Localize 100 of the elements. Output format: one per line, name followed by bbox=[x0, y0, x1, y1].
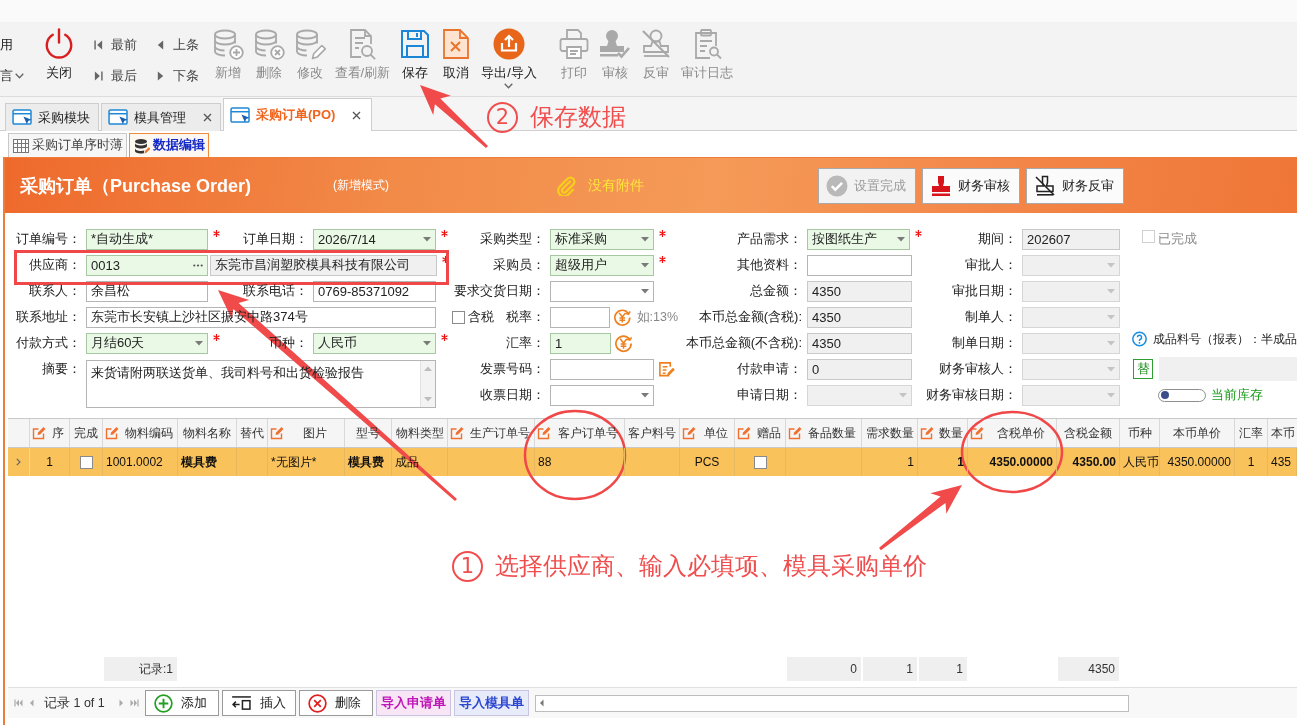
dropdown-caret-icon[interactable] bbox=[423, 340, 431, 346]
readonly-field: 东莞市昌润塑胶模具科技有限公司 bbox=[210, 254, 437, 276]
column-header[interactable]: 备品数量 bbox=[786, 419, 862, 447]
column-header[interactable]: 含税单价 bbox=[968, 419, 1057, 447]
column-header[interactable]: 含税金额 bbox=[1057, 419, 1120, 447]
dropdown-field[interactable]: 超级用户 bbox=[550, 254, 654, 276]
table-row[interactable]: 1 1001.0002 模具费 *无图片* 模具费 成品 88 PCS 1 1 4350.00000 4350.00 人民币 4350.00000 1 435 bbox=[8, 448, 1297, 476]
toolbar-button[interactable]: 用 bbox=[0, 34, 13, 55]
text-field[interactable]: 1 bbox=[550, 332, 611, 354]
dropdown-caret-icon[interactable] bbox=[641, 262, 649, 268]
field-label: 申请日期： bbox=[737, 386, 802, 404]
field-label: 订单编号： bbox=[16, 230, 81, 248]
column-header[interactable]: 图片 bbox=[268, 419, 345, 447]
column-header[interactable]: 客户料号 bbox=[625, 419, 680, 447]
unaudit-button[interactable]: 财务反审 bbox=[1026, 167, 1124, 204]
dropdown-caret-icon[interactable] bbox=[641, 288, 649, 294]
window-icon bbox=[12, 109, 33, 126]
text-field[interactable] bbox=[550, 306, 610, 328]
lookup-field[interactable]: 0013 bbox=[86, 254, 208, 276]
tab[interactable]: 模具管理 bbox=[101, 103, 221, 131]
triangle-down-icon[interactable] bbox=[424, 397, 432, 402]
toggle-switch[interactable] bbox=[1158, 388, 1206, 402]
column-header[interactable]: 物料编码 bbox=[103, 419, 178, 447]
column-header[interactable]: 币种 bbox=[1120, 419, 1160, 447]
skip-start-icon[interactable] bbox=[14, 699, 23, 707]
paperclip-icon[interactable] bbox=[556, 175, 576, 196]
horizontal-scrollbar[interactable] bbox=[534, 694, 1129, 712]
checkbox[interactable] bbox=[79, 455, 93, 469]
column-header[interactable]: 本币单价 bbox=[1160, 419, 1235, 447]
help-icon[interactable] bbox=[1132, 330, 1147, 348]
column-header[interactable]: 完成 bbox=[70, 419, 103, 447]
column-header[interactable]: 替代 bbox=[237, 419, 268, 447]
toolbar-button[interactable]: 取消 bbox=[435, 28, 477, 81]
toolbar-button[interactable]: 下条 bbox=[156, 65, 199, 86]
stamp-slash-icon bbox=[1034, 174, 1056, 197]
field-label: 联系电话： bbox=[243, 282, 308, 300]
checkbox[interactable] bbox=[452, 310, 465, 324]
tab[interactable]: 采购模块 bbox=[5, 103, 99, 131]
toolbar-button[interactable]: 最后 bbox=[94, 65, 137, 86]
field-label: 联系人： bbox=[29, 282, 81, 300]
text-field[interactable] bbox=[550, 358, 654, 380]
note-edit-icon[interactable] bbox=[658, 360, 675, 378]
tab[interactable]: 数据编辑 bbox=[129, 133, 209, 157]
ellipsis-icon[interactable] bbox=[193, 263, 203, 267]
triangle-right-icon bbox=[156, 70, 165, 81]
dropdown-field[interactable] bbox=[550, 384, 654, 406]
yen-circle-icon[interactable] bbox=[612, 307, 632, 327]
dropdown-caret-icon[interactable] bbox=[641, 236, 649, 242]
text-field[interactable] bbox=[807, 254, 912, 276]
dropdown-caret-icon[interactable] bbox=[641, 392, 649, 398]
grid-icon bbox=[13, 138, 29, 153]
column-header[interactable]: 序 bbox=[30, 419, 70, 447]
dropdown-caret-icon[interactable] bbox=[423, 236, 431, 242]
triangle-left-icon[interactable] bbox=[29, 699, 34, 707]
replace-button[interactable]: 替 bbox=[1133, 359, 1153, 379]
column-header[interactable]: 汇率 bbox=[1235, 419, 1268, 447]
insert-button[interactable]: 插入 bbox=[221, 690, 296, 716]
column-header[interactable]: 数量 bbox=[918, 419, 968, 447]
toolbar-button[interactable]: 言 bbox=[0, 65, 24, 86]
dropdown-field[interactable]: 标准采购 bbox=[550, 228, 654, 250]
field-label: 采购员： bbox=[493, 256, 545, 274]
vertical-scrollbar[interactable] bbox=[420, 361, 435, 407]
toolbar-button[interactable]: 导出/导入 bbox=[476, 28, 542, 89]
close-icon[interactable] bbox=[352, 110, 362, 120]
toolbar-button[interactable]: 上条 bbox=[156, 34, 199, 55]
column-header[interactable]: 需求数量 bbox=[862, 419, 918, 447]
dropdown-field[interactable]: 2026/7/14 bbox=[313, 228, 436, 250]
column-header[interactable]: 物料名称 bbox=[178, 419, 237, 447]
text-field[interactable]: *自动生成* bbox=[86, 228, 208, 250]
column-header[interactable]: 赠品 bbox=[735, 419, 786, 447]
column-header[interactable]: 客户订单号 bbox=[535, 419, 625, 447]
dropdown-caret-icon[interactable] bbox=[195, 340, 203, 346]
close-icon[interactable] bbox=[203, 113, 212, 122]
delete-button[interactable]: 删除 bbox=[298, 690, 373, 716]
dropdown-field[interactable]: 月结60天 bbox=[86, 332, 208, 354]
triangle-up-icon[interactable] bbox=[424, 366, 432, 371]
tab[interactable]: 采购订单序时薄 bbox=[8, 133, 127, 157]
yen-circle-icon[interactable] bbox=[614, 333, 633, 353]
column-header[interactable]: 本币 bbox=[1268, 419, 1297, 447]
database-pencil-icon bbox=[293, 28, 326, 60]
skip-end-icon[interactable] bbox=[129, 699, 139, 707]
column-header[interactable]: 单位 bbox=[680, 419, 735, 447]
field-label: 摘要： bbox=[42, 360, 81, 378]
import-button[interactable]: 导入申请单 bbox=[375, 690, 451, 716]
database-x-icon bbox=[252, 28, 285, 60]
triangle-left-icon[interactable] bbox=[538, 699, 544, 707]
toolbar-button[interactable]: 最前 bbox=[94, 34, 137, 55]
dropdown-field[interactable]: 按图纸生产 bbox=[807, 228, 911, 250]
toolbar-button[interactable]: 关闭 bbox=[38, 28, 79, 81]
column-header[interactable]: 生产订单号 bbox=[448, 419, 535, 447]
toolbar-button[interactable]: 保存 bbox=[394, 28, 436, 81]
triangle-right-icon[interactable] bbox=[118, 699, 124, 707]
audit-button[interactable]: 财务审核 bbox=[922, 167, 1020, 204]
checkbox[interactable] bbox=[753, 455, 767, 469]
dropdown-field[interactable] bbox=[550, 280, 654, 302]
import-button[interactable]: 导入模具单 bbox=[453, 690, 529, 716]
dropdown-field[interactable]: 人民币 bbox=[313, 332, 436, 354]
add-button[interactable]: 添加 bbox=[144, 690, 219, 716]
dropdown-caret-icon[interactable] bbox=[897, 236, 906, 242]
summary-cell: 记录:1 bbox=[104, 657, 177, 681]
